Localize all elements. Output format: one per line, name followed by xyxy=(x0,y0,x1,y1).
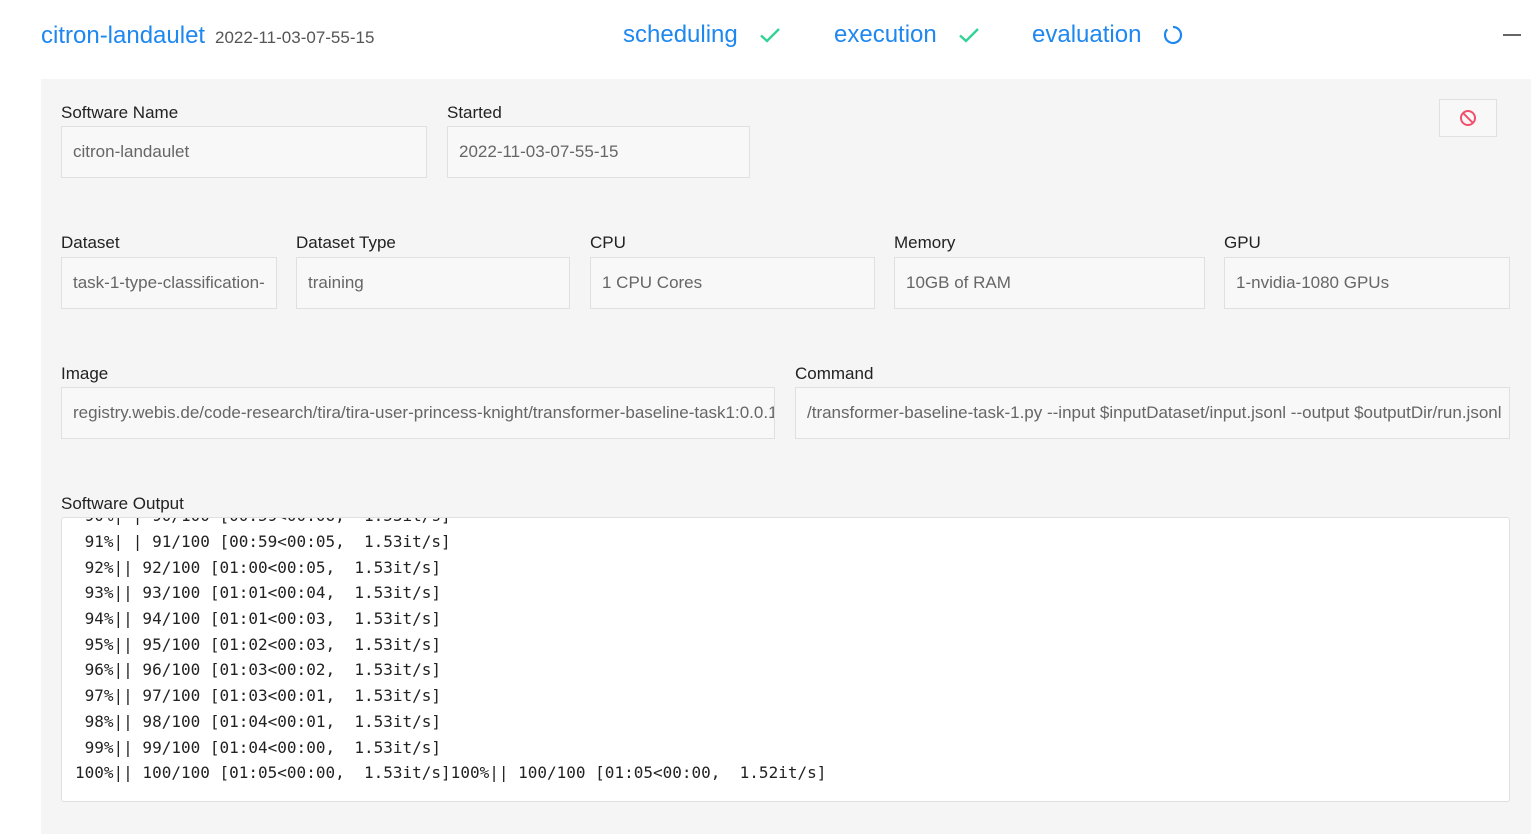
cpu-label: CPU xyxy=(590,233,626,252)
output-line: 96%|| 96/100 [01:03<00:02, 1.53it/s] xyxy=(75,660,442,680)
command-label: Command xyxy=(795,364,874,383)
memory-label: Memory xyxy=(894,233,956,252)
software-output-label: Software Output xyxy=(61,494,184,513)
check-icon xyxy=(759,28,780,43)
software-output-console[interactable]: 90%| | 90/100 [00:59<00:06, 1.53it/s] 91… xyxy=(61,517,1510,802)
output-line: 90%| | 90/100 [00:59<00:06, 1.53it/s] xyxy=(75,518,451,525)
stage-scheduling: scheduling xyxy=(623,19,782,51)
output-line: 97%|| 97/100 [01:03<00:01, 1.53it/s] xyxy=(75,686,442,706)
output-line: 93%|| 93/100 [01:01<00:04, 1.53it/s] xyxy=(75,583,442,603)
stage-execution: execution xyxy=(834,19,981,51)
output-line: 91%| | 91/100 [00:59<00:05, 1.53it/s] xyxy=(75,531,451,551)
output-line: 99%|| 99/100 [01:04<00:00, 1.53it/s] xyxy=(75,737,442,757)
stage-label: execution xyxy=(834,21,937,48)
spinner-icon xyxy=(1164,25,1183,45)
job-header: citron-landaulet 2022-11-03-07-55-15 sch… xyxy=(0,0,1538,78)
job-date: 2022-11-03-07-55-15 xyxy=(215,28,375,47)
output-line: 100%|| 100/100 [01:05<00:00, 1.53it/s]10… xyxy=(75,763,827,783)
image-label: Image xyxy=(61,364,109,383)
started-field[interactable]: 2022-11-03-07-55-15 xyxy=(447,126,750,178)
job-name[interactable]: citron-landaulet xyxy=(41,20,205,52)
software-name-label: Software Name xyxy=(61,103,179,122)
image-field[interactable]: registry.webis.de/code-research/tira/tir… xyxy=(61,387,775,439)
output-lines: 90%| | 90/100 [00:59<00:06, 1.53it/s] 91… xyxy=(75,518,827,786)
ban-icon xyxy=(1460,110,1476,126)
memory-field[interactable]: 10GB of RAM xyxy=(894,257,1205,309)
stage-label: scheduling xyxy=(623,21,738,48)
stage-label: evaluation xyxy=(1032,21,1142,48)
gpu-field[interactable]: 1-nvidia-1080 GPUs xyxy=(1224,257,1510,309)
started-label: Started xyxy=(447,103,502,122)
dataset-type-field[interactable]: training xyxy=(296,257,570,309)
output-line: 95%|| 95/100 [01:02<00:03, 1.53it/s] xyxy=(75,634,442,654)
check-icon xyxy=(958,28,979,43)
command-field[interactable]: /transformer-baseline-task-1.py --input … xyxy=(795,387,1510,439)
stage-evaluation: evaluation xyxy=(1032,19,1185,51)
cpu-field[interactable]: 1 CPU Cores xyxy=(590,257,875,309)
minus-icon[interactable] xyxy=(1503,24,1521,46)
software-name-field[interactable]: citron-landaulet xyxy=(61,126,427,178)
output-line: 98%|| 98/100 [01:04<00:01, 1.53it/s] xyxy=(75,711,442,731)
gpu-label: GPU xyxy=(1224,233,1261,252)
output-line: 94%|| 94/100 [01:01<00:03, 1.53it/s] xyxy=(75,609,442,629)
output-line: 92%|| 92/100 [01:00<00:05, 1.53it/s] xyxy=(75,557,442,577)
dataset-label: Dataset xyxy=(61,233,120,252)
dataset-field[interactable]: task-1-type-classification- xyxy=(61,257,277,309)
dataset-type-label: Dataset Type xyxy=(296,233,396,252)
abort-button[interactable] xyxy=(1439,99,1497,137)
